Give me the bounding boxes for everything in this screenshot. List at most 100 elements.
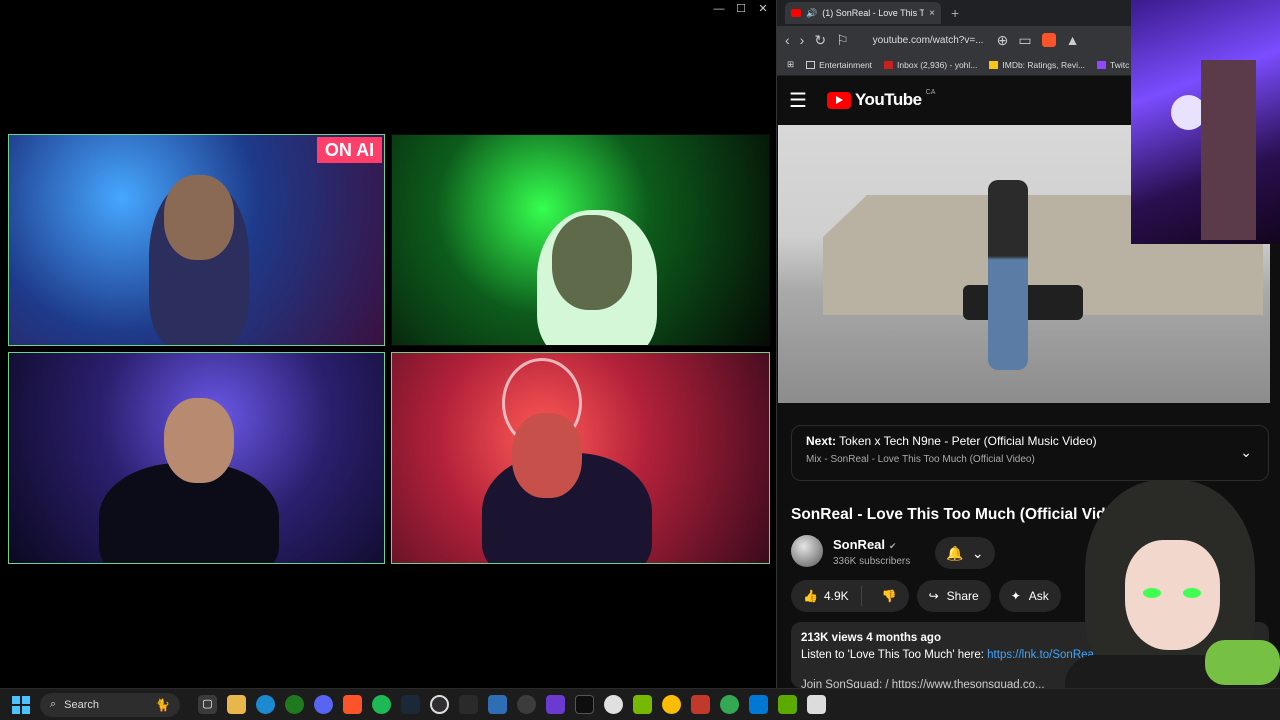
forward-icon[interactable]: › bbox=[800, 32, 805, 48]
channel-avatar[interactable] bbox=[791, 535, 823, 567]
brave-shield-icon[interactable] bbox=[1041, 33, 1056, 47]
participant-tile-2[interactable] bbox=[391, 134, 770, 346]
cat-icon: 🐈 bbox=[155, 697, 170, 712]
participant-head bbox=[164, 175, 234, 260]
share-label: Share bbox=[946, 589, 979, 603]
imdb-icon bbox=[989, 60, 999, 69]
taskbar: ⌕ Search 🐈 ▢ bbox=[0, 688, 1280, 720]
close-tab-icon[interactable]: × bbox=[929, 8, 935, 19]
bookmark-imdb[interactable]: IMDb: Ratings, Revi... bbox=[989, 60, 1085, 70]
notification-bell-button[interactable]: 🔔 ⌄ bbox=[935, 537, 995, 569]
desktop: — ☐ ✕ ON AI 🔊 (1) SonReal - Love This T … bbox=[0, 0, 1280, 720]
dislike-button[interactable]: 👎 bbox=[870, 589, 909, 603]
participant-tile-1[interactable]: ON AI bbox=[8, 134, 385, 346]
thumbs-down-icon: 👎 bbox=[881, 589, 897, 603]
taskbar-apps: ▢ bbox=[198, 695, 826, 714]
share-button[interactable]: ↪ Share bbox=[916, 580, 991, 612]
file-explorer-icon[interactable] bbox=[227, 695, 246, 714]
search-icon: ⌕ bbox=[50, 698, 57, 710]
participant-tile-3[interactable] bbox=[8, 352, 385, 564]
brave-icon[interactable] bbox=[343, 695, 362, 714]
participant-head bbox=[164, 398, 234, 483]
steam-alt-icon[interactable] bbox=[517, 695, 536, 714]
avatar-face bbox=[1125, 540, 1220, 650]
thumbs-up-icon: 👍 bbox=[803, 589, 818, 603]
url-field[interactable]: youtube.com/watch?v=... bbox=[859, 35, 987, 46]
neon-sign: ON AI bbox=[317, 137, 382, 163]
chevron-down-icon[interactable]: ⌄ bbox=[1240, 444, 1252, 461]
subscriber-count: 336K subscribers bbox=[833, 555, 911, 567]
obs-icon[interactable] bbox=[430, 695, 449, 714]
video-singer bbox=[988, 180, 1028, 370]
back-icon[interactable]: ‹ bbox=[785, 32, 790, 48]
up-next-subtitle: Mix - SonReal - Love This Too Much (Offi… bbox=[806, 454, 1035, 465]
avatar-eye-right bbox=[1183, 588, 1201, 598]
up-next-title: Token x Tech N9ne - Peter (Official Musi… bbox=[839, 434, 1097, 448]
spotify-icon[interactable] bbox=[372, 695, 391, 714]
avatar-green-hoodie bbox=[1205, 640, 1280, 685]
streamer-webcam-overlay bbox=[1131, 0, 1280, 244]
folder-icon bbox=[806, 60, 816, 69]
tab-youtube[interactable]: 🔊 (1) SonReal - Love This Too M × bbox=[785, 2, 941, 24]
video-actions: 👍 4.9K 👎 ↪ Share ✦ Ask bbox=[791, 580, 1061, 612]
ask-button[interactable]: ✦ Ask bbox=[998, 580, 1061, 612]
close-button[interactable]: ✕ bbox=[754, 2, 772, 16]
discord-icon[interactable] bbox=[314, 695, 333, 714]
edge-icon[interactable] bbox=[256, 695, 275, 714]
bookmark-twitch[interactable]: Twitc bbox=[1097, 60, 1129, 70]
youtube-wordmark: YouTube bbox=[854, 90, 922, 109]
bookmark-icon[interactable]: ⚐ bbox=[836, 32, 849, 49]
xbox-icon[interactable] bbox=[285, 695, 304, 714]
up-next-line: Next: Token x Tech N9ne - Peter (Officia… bbox=[806, 434, 1254, 448]
zoom-icon[interactable]: ⊕ bbox=[997, 32, 1009, 49]
bell-icon: 🔔 bbox=[946, 544, 964, 561]
video-call-window: — ☐ ✕ ON AI bbox=[0, 0, 776, 688]
cat-tree bbox=[1201, 60, 1256, 240]
steelseries-icon[interactable] bbox=[604, 695, 623, 714]
sparkle-icon: ✦ bbox=[1010, 589, 1021, 603]
participant-head bbox=[512, 413, 582, 498]
participant-tile-4[interactable] bbox=[391, 352, 770, 564]
cast-icon[interactable]: ▭ bbox=[1018, 32, 1031, 49]
chrome-icon[interactable] bbox=[662, 695, 681, 714]
channel-row: SonReal ✔ 336K subscribers bbox=[791, 535, 910, 567]
start-button[interactable] bbox=[12, 695, 30, 714]
taskbar-search[interactable]: ⌕ Search 🐈 bbox=[40, 692, 180, 717]
hamburger-menu-icon[interactable]: ☰ bbox=[789, 88, 807, 113]
vtuber-avatar-overlay bbox=[1065, 470, 1280, 720]
channel-name[interactable]: SonReal bbox=[833, 537, 885, 552]
steam-icon[interactable] bbox=[401, 695, 420, 714]
gmail-icon bbox=[884, 60, 894, 69]
terminal-icon[interactable] bbox=[575, 695, 594, 714]
speaker-icon: 🔊 bbox=[806, 7, 818, 18]
clapper-icon[interactable] bbox=[546, 695, 565, 714]
like-count: 4.9K bbox=[823, 589, 849, 603]
nvidia-alt-icon[interactable] bbox=[778, 695, 797, 714]
up-next-label: Next: bbox=[806, 434, 837, 448]
tab-title: (1) SonReal - Love This Too M bbox=[822, 8, 924, 18]
youtube-logo[interactable]: YouTube CA bbox=[826, 88, 936, 110]
like-dislike-group: 👍 4.9K 👎 bbox=[791, 580, 909, 612]
youtube-play-icon bbox=[826, 91, 851, 109]
task-view-icon[interactable]: ▢ bbox=[198, 695, 217, 714]
nvidia-icon[interactable] bbox=[633, 695, 652, 714]
ask-label: Ask bbox=[1028, 589, 1049, 603]
bookmark-entertainment[interactable]: Entertainment bbox=[806, 60, 872, 70]
share-icon: ↪ bbox=[928, 589, 939, 603]
vortex-icon[interactable] bbox=[691, 695, 710, 714]
like-button[interactable]: 👍 4.9K bbox=[791, 586, 862, 606]
reload-icon[interactable]: ↻ bbox=[814, 32, 826, 49]
notes-icon[interactable] bbox=[807, 695, 826, 714]
region-code: CA bbox=[925, 88, 936, 96]
chrome-alt-icon[interactable] bbox=[720, 695, 739, 714]
bookmark-inbox[interactable]: Inbox (2,936) - yohl... bbox=[884, 60, 977, 70]
search-label: Search bbox=[64, 698, 100, 711]
notepad-icon[interactable] bbox=[488, 695, 507, 714]
epic-games-icon[interactable] bbox=[459, 695, 478, 714]
rewards-icon[interactable]: ▲ bbox=[1066, 32, 1080, 48]
maximize-button[interactable]: ☐ bbox=[732, 2, 750, 16]
minimize-button[interactable]: — bbox=[710, 2, 728, 16]
new-tab-button[interactable]: + bbox=[951, 5, 959, 21]
apps-icon[interactable]: ⊞ bbox=[787, 59, 794, 70]
vscode-icon[interactable] bbox=[749, 695, 768, 714]
